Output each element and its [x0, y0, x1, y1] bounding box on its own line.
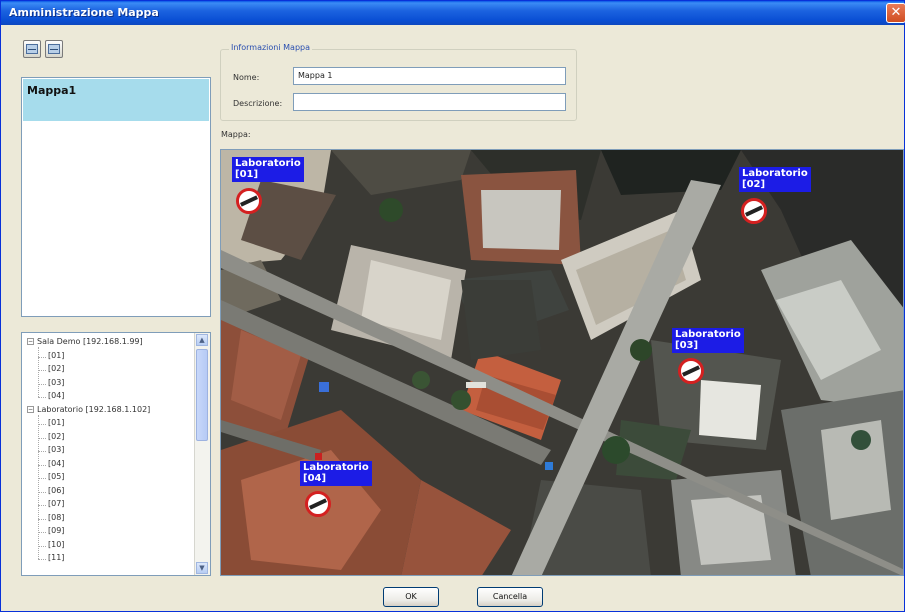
tree-connector: [38, 491, 46, 493]
map-add-icon: [26, 44, 38, 54]
scroll-thumb[interactable]: [196, 349, 208, 441]
camera-marker-label: Laboratorio [01]: [232, 157, 304, 182]
tree-connector: [38, 478, 46, 479]
scroll-down-button[interactable]: ▼: [196, 562, 208, 574]
tree-node-label: [04]: [48, 458, 65, 468]
camera-icon: [236, 188, 262, 214]
tree-connector: [38, 505, 46, 506]
map-remove-icon: [48, 44, 60, 54]
description-label: Descrizione:: [233, 99, 283, 108]
map-info-legend: Informazioni Mappa: [229, 43, 312, 52]
scroll-up-button[interactable]: ▲: [196, 334, 208, 346]
tree-node-label: [08]: [48, 512, 65, 522]
name-label: Nome:: [233, 73, 260, 82]
tree-connector: [38, 451, 46, 452]
tree-node-label: [03]: [48, 445, 65, 454]
tree-connector: [38, 424, 46, 425]
window-title: Amministrazione Mappa: [9, 6, 159, 19]
tree-node-label: Laboratorio [192.168.1.102]: [37, 404, 151, 414]
tree-node-label: [11]: [48, 553, 65, 562]
tree-node-label: [02]: [48, 364, 65, 373]
tree-connector: [38, 532, 46, 533]
device-tree-content: − Sala Demo [192.168.1.99] [01] [02] [03] [04…: [22, 333, 195, 575]
tree-node-label: [03]: [48, 377, 65, 387]
tree-scrollbar[interactable]: ▲ ▼: [194, 333, 210, 575]
tree-connector: [38, 559, 46, 560]
tree-node-label: [09]: [48, 526, 65, 535]
tree-node-label: [07]: [48, 499, 65, 508]
tree-channel-node[interactable]: [03]: [48, 445, 64, 459]
camera-icon: [741, 198, 767, 224]
description-field[interactable]: [293, 93, 566, 111]
tree-channel-node[interactable]: [08]: [48, 513, 64, 527]
tree-channel-node[interactable]: [01]: [48, 418, 64, 432]
tree-connector: [38, 464, 46, 466]
tree-node-label: [06]: [48, 485, 65, 495]
map-list-item-label: Mappa1: [27, 84, 77, 97]
tree-group-node[interactable]: − Laboratorio [192.168.1.102]: [27, 405, 150, 419]
tree-channel-node[interactable]: [04]: [48, 391, 64, 405]
camera-marker-label: Laboratorio [03]: [672, 328, 744, 353]
add-map-button[interactable]: [23, 40, 41, 58]
tree-node-label: [04]: [48, 391, 65, 400]
tree-node-label: [01]: [48, 418, 65, 427]
tree-channel-node[interactable]: [09]: [48, 526, 64, 540]
camera-icon: [305, 491, 331, 517]
tree-connector: [38, 414, 39, 559]
tree-connector: [38, 545, 46, 547]
collapse-icon[interactable]: −: [27, 405, 34, 413]
tree-node-label: [10]: [48, 539, 65, 549]
ok-button[interactable]: OK: [383, 587, 439, 607]
close-button[interactable]: ✕: [886, 3, 905, 23]
tree-channel-node[interactable]: [01]: [48, 351, 64, 365]
tree-node-label: [05]: [48, 472, 65, 481]
cancel-button[interactable]: Cancella: [477, 587, 543, 607]
tree-node-label: Sala Demo [192.168.1.99]: [37, 337, 143, 346]
tree-channel-node[interactable]: [02]: [48, 432, 64, 446]
tree-connector: [38, 437, 46, 439]
tree-node-label: [02]: [48, 431, 65, 441]
name-field[interactable]: Mappa 1: [293, 67, 566, 85]
tree-channel-node[interactable]: [07]: [48, 499, 64, 513]
tree-node-label: [01]: [48, 350, 65, 360]
title-bar[interactable]: Amministrazione Mappa ✕: [1, 1, 905, 25]
tree-connector: [38, 347, 39, 397]
tree-connector: [38, 383, 46, 385]
remove-map-button[interactable]: [45, 40, 63, 58]
maps-list: Mappa1: [21, 77, 211, 317]
camera-marker-label: Laboratorio [04]: [300, 461, 372, 486]
tree-channel-node[interactable]: [05]: [48, 472, 64, 486]
device-tree: − Sala Demo [192.168.1.99] [01] [02] [03] [04…: [21, 332, 211, 576]
tree-connector: [38, 356, 46, 358]
tree-channel-node[interactable]: [04]: [48, 459, 64, 473]
map-list-item[interactable]: Mappa1: [23, 79, 209, 121]
tree-channel-node[interactable]: [06]: [48, 486, 64, 500]
tree-channel-node[interactable]: [11]: [48, 553, 64, 567]
tree-connector: [38, 397, 46, 398]
map-view[interactable]: Laboratorio [01] Laboratorio [02] Labora…: [220, 149, 904, 576]
close-icon: ✕: [890, 5, 902, 20]
tree-group-node[interactable]: − Sala Demo [192.168.1.99]: [27, 337, 143, 351]
map-label: Mappa:: [221, 130, 251, 139]
tree-channel-node[interactable]: [10]: [48, 540, 64, 554]
collapse-icon[interactable]: −: [27, 338, 34, 345]
tree-connector: [38, 370, 46, 371]
camera-marker-label: Laboratorio [02]: [739, 167, 811, 192]
map-admin-window: Amministrazione Mappa ✕ Mappa1 − Sala Dem…: [0, 0, 905, 612]
camera-icon: [678, 358, 704, 384]
tree-channel-node[interactable]: [03]: [48, 378, 64, 392]
tree-channel-node[interactable]: [02]: [48, 364, 64, 378]
tree-connector: [38, 518, 46, 520]
